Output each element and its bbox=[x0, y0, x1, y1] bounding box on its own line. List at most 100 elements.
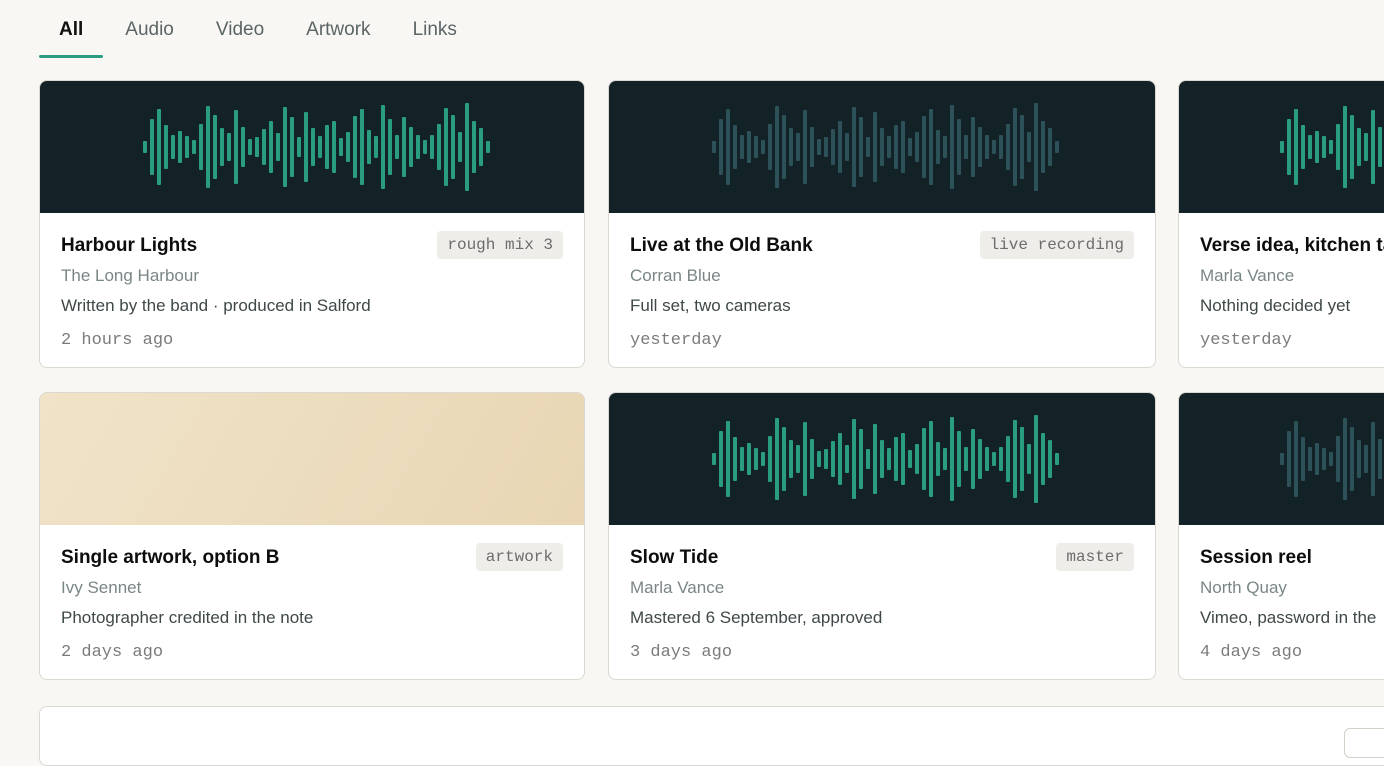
waveform-bar bbox=[754, 448, 758, 470]
waveform-bar bbox=[1322, 448, 1326, 470]
card-note: Full set, two cameras bbox=[630, 296, 791, 315]
waveform-bar bbox=[768, 436, 772, 482]
asset-card[interactable]: Verse idea, kitchen ta Marla Vance Nothi… bbox=[1178, 80, 1384, 368]
waveform-bar bbox=[234, 110, 238, 184]
waveform-bar bbox=[1287, 119, 1291, 175]
waveform-bar bbox=[1364, 133, 1368, 161]
asset-card[interactable]: Slow Tide master Marla Vance Mastered 6 … bbox=[608, 392, 1156, 680]
waveform-bar bbox=[220, 128, 224, 166]
card-title: Verse idea, kitchen ta bbox=[1200, 235, 1384, 256]
asset-card[interactable]: Single artwork, option B artwork Ivy Sen… bbox=[39, 392, 585, 680]
waveform-bar bbox=[395, 135, 399, 159]
waveform-bar bbox=[978, 127, 982, 167]
waveform-bar bbox=[192, 140, 196, 154]
waveform-bar bbox=[409, 127, 413, 167]
waveform-bar bbox=[957, 119, 961, 175]
waveform-bar bbox=[838, 433, 842, 485]
waveform-bar bbox=[901, 433, 905, 485]
waveform-bar bbox=[768, 124, 772, 170]
version-badge: artwork bbox=[475, 543, 563, 571]
waveform-bar bbox=[437, 124, 441, 170]
asset-card[interactable]: Session reel North Quay Vimeo, password … bbox=[1178, 392, 1384, 680]
tab-all[interactable]: All bbox=[39, 0, 104, 58]
card-timestamp: 2 days ago bbox=[61, 643, 164, 662]
waveform-bar bbox=[922, 428, 926, 490]
waveform-bar bbox=[852, 107, 856, 187]
waveform-bar bbox=[803, 110, 807, 184]
artwork-thumbnail bbox=[40, 393, 584, 525]
waveform-bar bbox=[1294, 109, 1298, 185]
waveform-bar bbox=[936, 130, 940, 164]
waveform-bar bbox=[1364, 445, 1368, 473]
waveform-bar bbox=[339, 138, 343, 156]
waveform-bar bbox=[845, 133, 849, 161]
waveform-bar bbox=[761, 140, 765, 154]
waveform-bar bbox=[227, 133, 231, 161]
tab-links[interactable]: Links bbox=[413, 0, 457, 58]
waveform-bar bbox=[887, 448, 891, 470]
card-title: Slow Tide bbox=[630, 547, 719, 568]
waveform-bar bbox=[1027, 444, 1031, 474]
waveform-icon bbox=[712, 103, 1059, 191]
waveform-bar bbox=[304, 112, 308, 182]
waveform-bar bbox=[1315, 131, 1319, 163]
waveform-bar bbox=[999, 447, 1003, 471]
waveform-bar bbox=[423, 140, 427, 154]
waveform-bar bbox=[943, 136, 947, 158]
waveform-bar bbox=[311, 128, 315, 166]
waveform-bar bbox=[360, 109, 364, 185]
waveform-bar bbox=[1287, 431, 1291, 487]
waveform-thumbnail bbox=[609, 393, 1155, 525]
waveform-bar bbox=[740, 447, 744, 471]
filter-tabs: All Audio Video Artwork Links bbox=[39, 0, 499, 58]
waveform-bar bbox=[866, 449, 870, 469]
waveform-icon bbox=[1280, 106, 1382, 188]
waveform-bar bbox=[712, 453, 716, 465]
waveform-thumbnail bbox=[1179, 81, 1384, 213]
asset-card[interactable]: Harbour Lights rough mix 3 The Long Harb… bbox=[39, 80, 585, 368]
waveform-bar bbox=[810, 127, 814, 167]
waveform-bar bbox=[1020, 427, 1024, 491]
waveform-bar bbox=[712, 141, 716, 153]
waveform-bar bbox=[402, 117, 406, 177]
waveform-bar bbox=[810, 439, 814, 479]
waveform-bar bbox=[269, 121, 273, 173]
card-title: Harbour Lights bbox=[61, 235, 198, 256]
waveform-bar bbox=[1041, 433, 1045, 485]
card-timestamp: 3 days ago bbox=[630, 643, 733, 662]
tab-audio[interactable]: Audio bbox=[125, 0, 174, 58]
waveform-bar bbox=[1329, 140, 1333, 154]
card-artist: North Quay bbox=[1200, 578, 1287, 597]
waveform-bar bbox=[873, 424, 877, 494]
asset-card[interactable]: Live at the Old Bank live recording Corr… bbox=[608, 80, 1156, 368]
version-badge: live recording bbox=[979, 231, 1134, 259]
waveform-bar bbox=[824, 137, 828, 157]
waveform-bar bbox=[1034, 103, 1038, 191]
waveform-bar bbox=[915, 132, 919, 162]
waveform-bar bbox=[332, 121, 336, 173]
waveform-bar bbox=[444, 108, 448, 186]
waveform-bar bbox=[248, 139, 252, 155]
waveform-bar bbox=[950, 105, 954, 189]
waveform-bar bbox=[367, 130, 371, 164]
waveform-icon bbox=[712, 415, 1059, 503]
waveform-bar bbox=[838, 121, 842, 173]
card-title: Live at the Old Bank bbox=[630, 235, 813, 256]
waveform-bar bbox=[950, 417, 954, 501]
waveform-bar bbox=[157, 109, 161, 185]
card-note: Nothing decided yet bbox=[1200, 296, 1351, 315]
waveform-bar bbox=[1329, 452, 1333, 466]
waveform-bar bbox=[1006, 124, 1010, 170]
waveform-bar bbox=[775, 418, 779, 500]
waveform-bar bbox=[796, 445, 800, 473]
waveform-bar bbox=[894, 437, 898, 481]
bottom-panel-button[interactable] bbox=[1344, 728, 1384, 758]
tab-artwork[interactable]: Artwork bbox=[306, 0, 370, 58]
waveform-bar bbox=[241, 127, 245, 167]
tab-video[interactable]: Video bbox=[216, 0, 264, 58]
waveform-bar bbox=[796, 133, 800, 161]
waveform-bar bbox=[318, 136, 322, 158]
waveform-bar bbox=[1301, 125, 1305, 169]
card-note: Written by the band · produced in Salfor… bbox=[61, 296, 371, 315]
waveform-bar bbox=[887, 136, 891, 158]
